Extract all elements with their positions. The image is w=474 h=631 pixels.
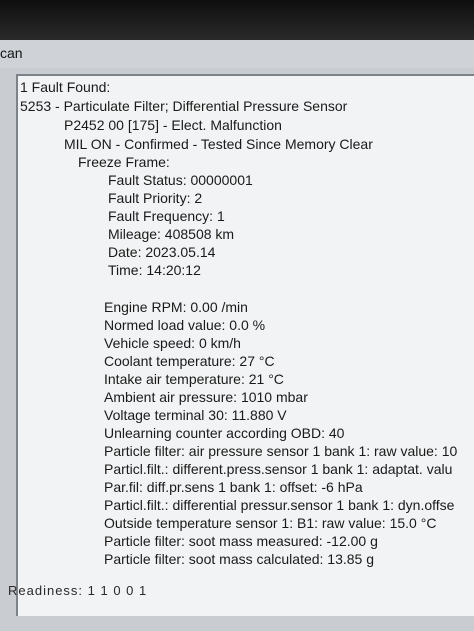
mil-status-line: MIL ON - Confirmed - Tested Since Memory… — [64, 136, 373, 152]
soot-mass-measured: Particle filter: soot mass measured: -12… — [104, 533, 378, 549]
readiness-status: Readiness: 1 1 0 0 1 — [8, 583, 148, 598]
coolant-temperature: Coolant temperature: 27 °C — [104, 353, 275, 369]
fault-code-line: 5253 - Particulate Filter; Differential … — [20, 98, 348, 114]
pf-diff-press-dyn-offset: Particl.filt.: differential pressur.sens… — [104, 497, 455, 513]
fault-priority: Fault Priority: 2 — [108, 190, 203, 206]
ambient-air-pressure: Ambient air pressure: 1010 mbar — [104, 389, 308, 405]
soot-mass-calculated: Particle filter: soot mass calculated: 1… — [104, 551, 375, 567]
engine-rpm: Engine RPM: 0.00 /min — [104, 299, 248, 315]
fault-status: Fault Status: 00000001 — [108, 172, 253, 188]
normed-load-value: Normed load value: 0.0 % — [104, 317, 266, 333]
outside-temperature: Outside temperature sensor 1: B1: raw va… — [104, 515, 437, 531]
pf-air-pressure-sensor: Particle filter: air pressure sensor 1 b… — [104, 443, 458, 459]
window-title: can — [0, 45, 23, 61]
dtc-line: P2452 00 [175] - Elect. Malfunction — [64, 117, 282, 133]
date: Date: 2023.05.14 — [108, 244, 216, 260]
intake-air-temperature: Intake air temperature: 21 °C — [104, 371, 284, 387]
window-titlebar: can — [0, 40, 474, 69]
pf-diff-press-offset: Par.fil: diff.pr.sens 1 bank 1: offset: … — [104, 479, 363, 495]
mileage: Mileage: 408508 km — [108, 226, 235, 242]
fault-report-text-area[interactable]: 1 Fault Found: 5253 - Particulate Filter… — [16, 74, 474, 616]
fault-frequency: Fault Frequency: 1 — [108, 208, 225, 224]
fault-count: 1 Fault Found: — [20, 79, 111, 95]
freeze-frame-header: Freeze Frame: — [78, 154, 170, 170]
pf-diff-press-adaptation: Particl.filt.: different.press.sensor 1 … — [104, 461, 453, 477]
voltage-terminal-30: Voltage terminal 30: 11.880 V — [104, 407, 287, 423]
monitor-bezel — [0, 0, 474, 40]
time: Time: 14:20:12 — [108, 262, 201, 278]
unlearning-counter: Unlearning counter according OBD: 40 — [104, 425, 345, 441]
vehicle-speed: Vehicle speed: 0 km/h — [104, 335, 241, 351]
